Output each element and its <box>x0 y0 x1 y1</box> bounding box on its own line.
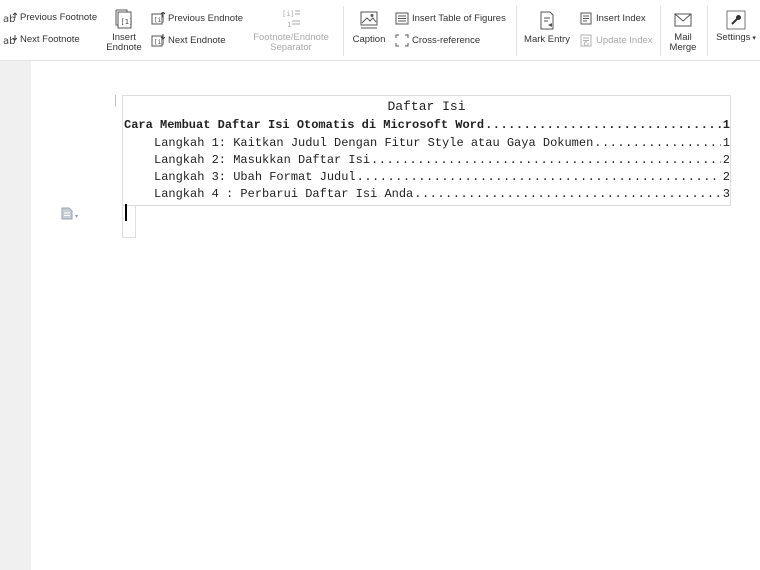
caption-label: Caption <box>352 34 386 45</box>
toc-leader-dots <box>371 153 721 168</box>
insert-endnote-button[interactable]: [1] Insert Endnote <box>104 8 144 53</box>
insert-table-of-figures-button[interactable]: Insert Table of Figures <box>395 12 506 25</box>
toc-leader-dots <box>357 170 721 185</box>
toc-entry-page: 2 <box>722 153 730 167</box>
svg-text:1: 1 <box>287 21 291 29</box>
toc-leader-dots <box>485 118 721 133</box>
settings-label: Settings ▾ <box>716 33 756 44</box>
update-index-button[interactable]: Update Index <box>579 34 653 47</box>
settings-text: Settings <box>716 32 751 43</box>
cross-reference-label: Cross-reference <box>412 34 481 46</box>
toc-entry[interactable]: Langkah 4 : Perbarui Daftar Isi Anda 3 <box>154 187 730 202</box>
next-endnote-label: Next Endnote <box>168 34 226 46</box>
previous-footnote-label: Previous Footnote <box>20 12 98 23</box>
mail-icon <box>673 10 693 30</box>
toc-entry[interactable]: Langkah 1: Kaitkan Judul Dengan Fitur St… <box>154 136 730 151</box>
toc-entry-page: 3 <box>722 187 730 201</box>
svg-text:[i]: [i] <box>282 10 295 18</box>
mail-merge-button[interactable]: Mail Merge <box>664 10 702 53</box>
chevron-down-icon: ▾ <box>75 213 79 220</box>
previous-endnote-button[interactable]: [i] Previous Endnote <box>151 12 243 25</box>
cross-reference-button[interactable]: Cross-reference <box>395 34 480 47</box>
document-icon <box>61 207 73 225</box>
margin-corner-mark <box>115 95 116 107</box>
toc-entry-text: Langkah 2: Masukkan Daftar Isi <box>154 153 371 167</box>
svg-text:[1]: [1] <box>121 18 134 26</box>
table-of-figures-icon <box>395 12 409 25</box>
insert-index-button[interactable]: Insert Index <box>579 12 646 25</box>
toc-entry-page: 1 <box>722 118 730 132</box>
ribbon-divider <box>343 6 344 56</box>
toc-entry-page: 1 <box>722 136 730 150</box>
mark-entry-button[interactable]: Mark Entry <box>523 10 571 45</box>
toc-entry[interactable]: Cara Membuat Daftar Isi Otomatis di Micr… <box>124 118 730 133</box>
update-index-icon <box>579 34 593 47</box>
ribbon-divider <box>707 6 708 56</box>
svg-text:[i]: [i] <box>154 39 165 46</box>
toc-entry-text: Langkah 1: Kaitkan Judul Dengan Fitur St… <box>154 136 594 150</box>
svg-text:ab: ab <box>3 36 15 46</box>
previous-footnote-button[interactable]: ab Previous Footnote <box>3 12 97 24</box>
ribbon-divider <box>516 6 517 56</box>
mark-entry-icon <box>537 10 557 32</box>
toc-title: Daftar Isi <box>387 99 466 114</box>
insert-index-icon <box>579 12 593 25</box>
next-endnote-button[interactable]: [i] Next Endnote <box>151 34 226 47</box>
left-margin-strip <box>0 61 32 570</box>
separator-label-2: Separator <box>270 42 312 53</box>
next-footnote-button[interactable]: ab Next Footnote <box>3 34 80 46</box>
mail-merge-label-2: Merge <box>669 42 697 53</box>
toc-entry-text: Langkah 4 : Perbarui Daftar Isi Anda <box>154 187 414 201</box>
update-index-label: Update Index <box>596 34 653 46</box>
text-cursor <box>125 204 127 221</box>
svg-text:[i]: [i] <box>154 17 165 24</box>
next-footnote-label: Next Footnote <box>20 34 80 45</box>
paragraph-options-button[interactable]: ▾ <box>61 207 78 225</box>
toc-entry-text: Langkah 3: Ubah Format Judul <box>154 170 356 184</box>
insert-table-of-figures-label: Insert Table of Figures <box>412 12 506 24</box>
wrench-icon <box>726 10 746 30</box>
previous-endnote-icon: [i] <box>151 12 165 25</box>
svg-text:ab: ab <box>3 14 15 24</box>
toc-entry[interactable]: Langkah 3: Ubah Format Judul 2 <box>154 170 730 185</box>
chevron-down-icon: ▾ <box>750 35 756 42</box>
previous-endnote-label: Previous Endnote <box>168 12 243 24</box>
caption-button[interactable]: Caption <box>350 10 388 45</box>
insert-endnote-label-2: Endnote <box>106 42 142 53</box>
insert-endnote-icon: [1] <box>114 8 134 30</box>
previous-footnote-icon: ab <box>3 12 17 24</box>
toc-leader-dots <box>414 187 721 202</box>
footnote-endnote-separator-button[interactable]: [i] 1 Footnote/Endnote Separator <box>248 8 334 53</box>
next-endnote-icon: [i] <box>151 34 165 47</box>
caption-icon <box>359 10 379 32</box>
insert-index-label: Insert Index <box>596 12 646 24</box>
next-footnote-icon: ab <box>3 34 17 46</box>
ribbon-toolbar: ab Previous Footnote ab Next Footnote [1… <box>0 0 760 61</box>
ribbon-divider <box>660 6 661 56</box>
toc-entry-text: Cara Membuat Daftar Isi Otomatis di Micr… <box>124 118 485 132</box>
toc-entry[interactable]: Langkah 2: Masukkan Daftar Isi 2 <box>154 153 730 168</box>
settings-button[interactable]: Settings ▾ <box>712 10 760 44</box>
separator-icon: [i] 1 <box>281 8 301 30</box>
toc-entry-page: 2 <box>722 170 730 184</box>
toc-leader-dots <box>594 136 721 151</box>
mark-entry-label: Mark Entry <box>524 34 570 45</box>
cross-reference-icon <box>395 34 409 47</box>
